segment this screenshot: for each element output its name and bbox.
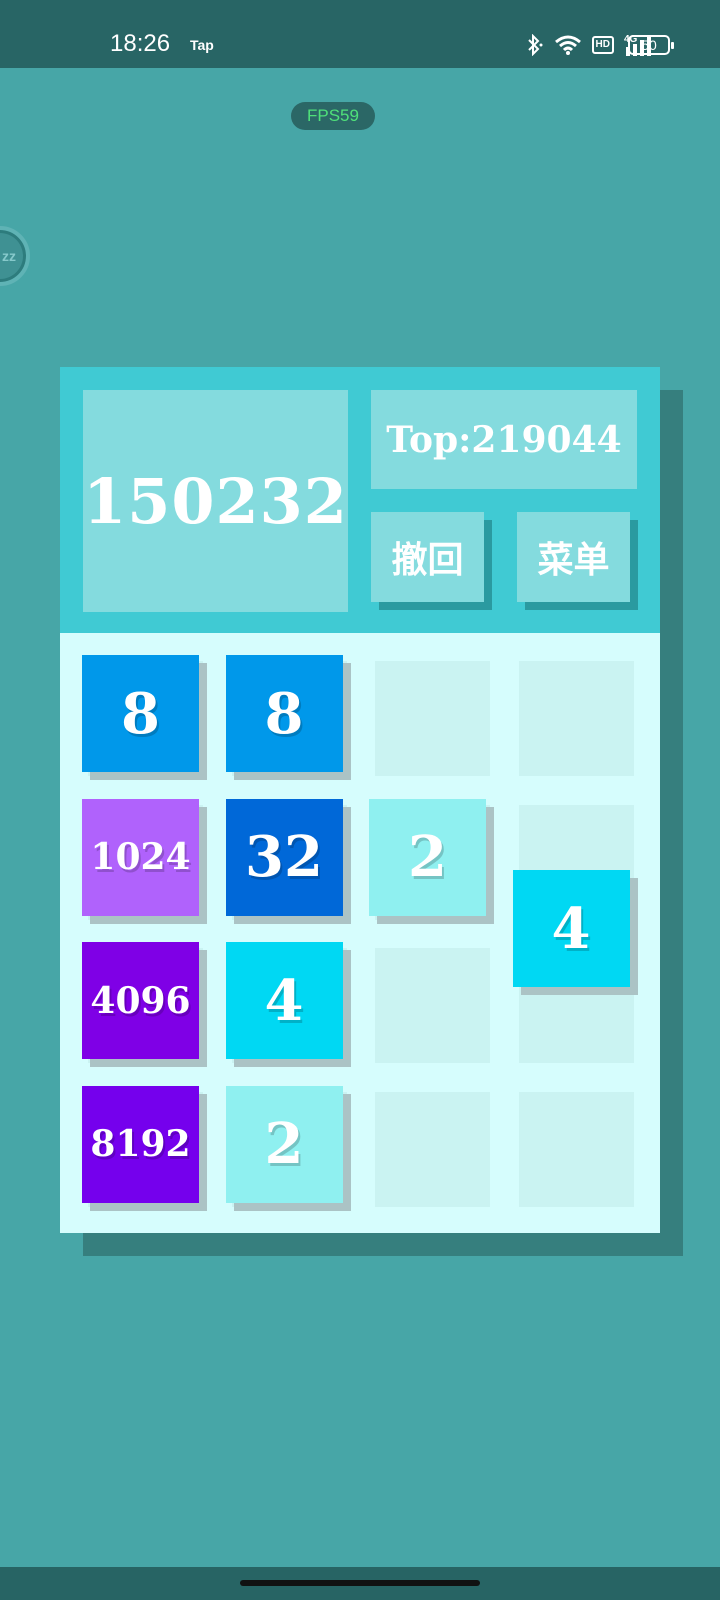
fps-counter: FPS59 [291,102,375,130]
tile-4: 4 [225,942,343,1059]
game-board[interactable]: 150232 Top:219044 撤回 菜单 8 8 1024 32 2 4 4096 4 8… [60,367,660,1233]
hd-icon: HD [591,36,614,54]
undo-button[interactable]: 撤回 [371,512,484,602]
navigation-bar [0,1567,720,1600]
game-header: 150232 Top:219044 撤回 菜单 [60,367,660,633]
current-score: 150232 [83,390,348,612]
tile-8192: 8192 [82,1085,199,1203]
empty-cell [375,1091,490,1207]
tile-grid[interactable]: 8 8 1024 32 2 4 4096 4 8192 2 [60,633,660,1233]
tile-8: 8 [82,655,199,772]
wifi-icon [554,35,581,55]
empty-cell [375,661,490,776]
menu-button[interactable]: 菜单 [517,512,630,602]
tile-2: 2 [369,798,486,916]
status-time: 18:26 [110,30,171,57]
tile-32: 32 [225,798,343,916]
tile-1024: 1024 [82,798,199,916]
empty-cell [375,948,490,1063]
home-gesture-handle[interactable] [240,1580,480,1586]
best-score: Top:219044 [371,390,637,489]
tile-4096: 4096 [82,942,199,1059]
floating-assistant-button[interactable]: zz [0,226,30,286]
tile-8: 8 [225,655,343,772]
floating-bubble-text: zz [2,248,16,264]
empty-cell [518,661,634,776]
status-app-tag: Tap [190,37,214,53]
tile-2: 2 [225,1085,343,1203]
bluetooth-icon [527,34,543,56]
empty-cell [518,1091,634,1207]
battery-icon: 50 [628,35,674,55]
status-bar: 18:26 Tap HD 4G 50 [0,0,720,68]
tile-4: 4 [512,870,630,988]
